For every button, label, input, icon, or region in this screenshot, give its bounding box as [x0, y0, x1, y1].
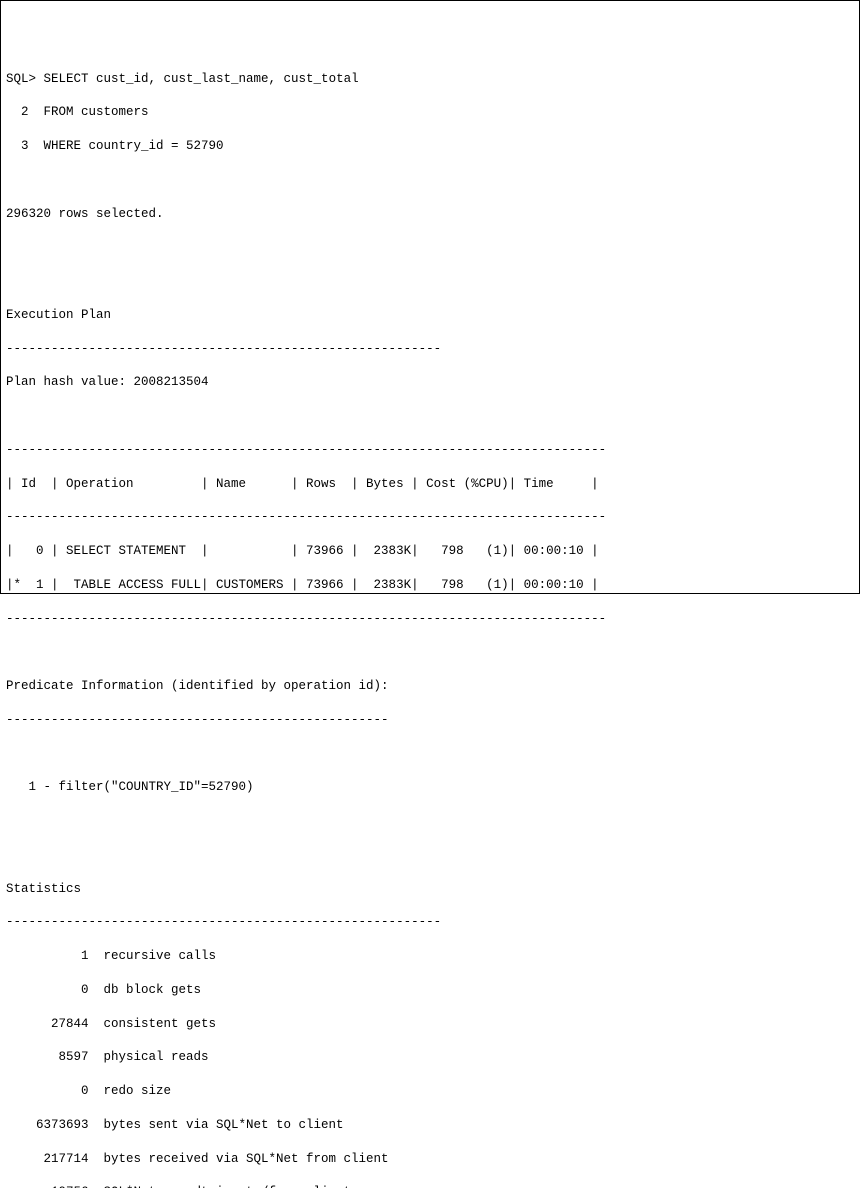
sql-line-2: 2 FROM customers	[6, 104, 854, 121]
blank-line	[6, 746, 854, 763]
stat-recursive-calls: 1 recursive calls	[6, 948, 854, 965]
stat-redo-size: 0 redo size	[6, 1083, 854, 1100]
rows-selected: 296320 rows selected.	[6, 206, 854, 223]
plan-table-header: | Id | Operation | Name | Rows | Bytes |…	[6, 476, 854, 493]
stat-roundtrips: 19756 SQL*Net roundtrips to/from client	[6, 1184, 854, 1188]
blank-line	[6, 172, 854, 189]
blank-line	[6, 813, 854, 830]
sql-stmt-1: SELECT cust_id, cust_last_name, cust_tot…	[36, 72, 359, 86]
stat-consistent-gets: 27844 consistent gets	[6, 1016, 854, 1033]
blank-line	[6, 239, 854, 256]
sql-line-1: SQL> SELECT cust_id, cust_last_name, cus…	[6, 71, 854, 88]
plan-table-row-1: |* 1 | TABLE ACCESS FULL| CUSTOMERS | 73…	[6, 577, 854, 594]
plan-table-border-top: ----------------------------------------…	[6, 442, 854, 459]
predicate-dashes: ----------------------------------------…	[6, 712, 854, 729]
blank-line	[6, 847, 854, 864]
statistics-dashes: ----------------------------------------…	[6, 914, 854, 931]
stat-db-block-gets: 0 db block gets	[6, 982, 854, 999]
sql-line-3: 3 WHERE country_id = 52790	[6, 138, 854, 155]
plan-table-border-bottom: ----------------------------------------…	[6, 611, 854, 628]
sql-linenum-2: 2	[6, 105, 44, 119]
plan-hash-value: 2008213504	[134, 375, 209, 389]
execution-plan-dashes: ----------------------------------------…	[6, 341, 854, 358]
sql-stmt-3: WHERE country_id = 52790	[44, 139, 224, 153]
stat-bytes-sent: 6373693 bytes sent via SQL*Net to client	[6, 1117, 854, 1134]
stat-physical-reads: 8597 physical reads	[6, 1049, 854, 1066]
plan-hash-label: Plan hash value:	[6, 375, 134, 389]
sql-prompt: SQL>	[6, 72, 36, 86]
statistics-header: Statistics	[6, 881, 854, 898]
blank-line	[6, 408, 854, 425]
plan-hash: Plan hash value: 2008213504	[6, 374, 854, 391]
sql-stmt-2: FROM customers	[44, 105, 149, 119]
blank-line	[6, 644, 854, 661]
predicate-header: Predicate Information (identified by ope…	[6, 678, 854, 695]
predicate-line: 1 - filter("COUNTRY_ID"=52790)	[6, 779, 854, 796]
plan-table-border-mid: ----------------------------------------…	[6, 509, 854, 526]
plan-table-row-0: | 0 | SELECT STATEMENT | | 73966 | 2383K…	[6, 543, 854, 560]
sql-linenum-3: 3	[6, 139, 44, 153]
stat-bytes-received: 217714 bytes received via SQL*Net from c…	[6, 1151, 854, 1168]
blank-line	[6, 273, 854, 290]
execution-plan-header: Execution Plan	[6, 307, 854, 324]
